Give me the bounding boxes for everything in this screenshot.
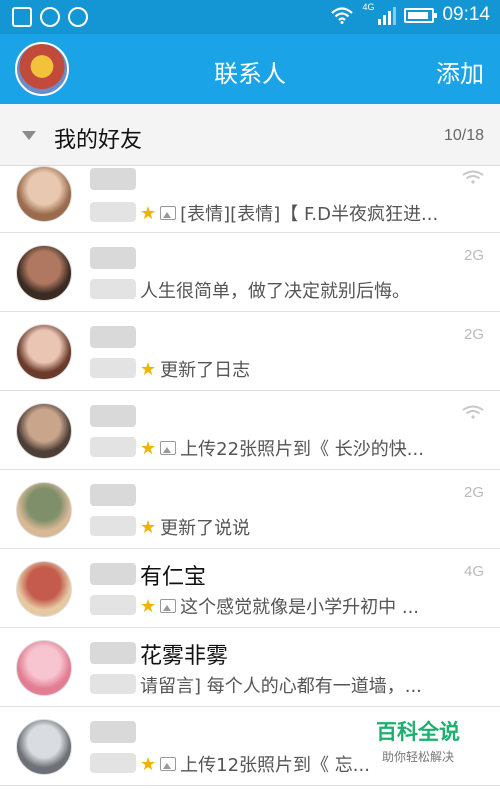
blurred-status-placeholder: [90, 437, 136, 457]
blurred-name-placeholder: [90, 326, 136, 348]
contact-row[interactable]: ★ 上传22张照片到《 长沙的快...: [0, 391, 500, 470]
blurred-name-placeholder: [90, 721, 136, 743]
image-icon: [160, 206, 177, 220]
contact-status-text: 这个感觉就像是小学升初中 ...: [180, 597, 420, 618]
contact-status-line: ★ 这个感觉就像是小学升初中 ...: [140, 593, 419, 619]
star-icon: ★: [140, 595, 157, 617]
contact-avatar[interactable]: [16, 561, 72, 617]
contact-status-text: 人生很简单，做了决定就别后悔。: [140, 281, 410, 302]
contact-status-text: 上传12张照片到《 忘...: [180, 755, 370, 776]
network-type-label: 4G: [362, 2, 375, 12]
contact-status-line: ★ [表情][表情]【 F.D半夜疯狂进...: [140, 200, 438, 226]
image-icon: [160, 757, 177, 771]
star-icon: ★: [140, 516, 157, 538]
contact-avatar[interactable]: [16, 482, 72, 538]
collapse-triangle-icon: [22, 131, 36, 140]
star-icon: ★: [140, 753, 157, 775]
star-icon: ★: [140, 437, 157, 459]
group-online-count: 10/18: [443, 127, 484, 144]
wifi-icon: [462, 405, 484, 419]
star-icon: ★: [140, 202, 157, 224]
network-label: 2G: [463, 484, 484, 501]
contact-status-text: 请留言] 每个人的心都有一道墙，...: [140, 676, 422, 697]
wifi-status-icon: [331, 7, 354, 24]
blurred-status-placeholder: [90, 674, 136, 694]
blurred-name-placeholder: [90, 642, 136, 664]
page-title: 联系人: [214, 60, 286, 88]
gallery-notification-icon: [12, 7, 32, 27]
image-icon: [160, 599, 177, 613]
contact-avatar[interactable]: [16, 245, 72, 301]
contact-status-text: 更新了说说: [160, 518, 251, 539]
contact-status-text: 更新了日志: [160, 360, 251, 381]
contact-status-line: 人生很简单，做了决定就别后悔。: [140, 277, 410, 303]
blurred-status-placeholder: [90, 595, 136, 615]
contact-avatar[interactable]: [16, 324, 72, 380]
contact-row[interactable]: 人生很简单，做了决定就别后悔。 2G: [0, 233, 500, 312]
contact-row[interactable]: ★ 更新了日志 2G: [0, 312, 500, 391]
add-contact-button[interactable]: 添加: [436, 54, 484, 89]
app-notification-icon: [68, 7, 88, 27]
contact-status-text: [表情][表情]【 F.D半夜疯狂进...: [180, 204, 439, 225]
blurred-name-placeholder: [90, 405, 136, 427]
blurred-status-placeholder: [90, 753, 136, 773]
contact-name: 有仁宝: [140, 565, 207, 590]
contact-avatar[interactable]: [16, 403, 72, 459]
contact-status-line: ★ 上传22张照片到《 长沙的快...: [140, 435, 424, 461]
contact-row[interactable]: 花雾非雾请留言] 每个人的心都有一道墙，...: [0, 628, 500, 707]
contact-status-text: 上传22张照片到《 长沙的快...: [180, 439, 424, 460]
contact-row[interactable]: ★ [表情][表情]【 F.D半夜疯狂进...: [0, 166, 500, 233]
battery-icon: [404, 7, 438, 23]
contact-name: 花雾非雾: [140, 644, 229, 669]
contact-status-line: 请留言] 每个人的心都有一道墙，...: [140, 672, 422, 698]
blurred-status-placeholder: [90, 358, 136, 378]
group-header-my-friends[interactable]: 我的好友 10/18: [0, 104, 500, 166]
blurred-name-placeholder: [90, 168, 136, 190]
blurred-status-placeholder: [90, 516, 136, 536]
blurred-name-placeholder: [90, 247, 136, 269]
contact-avatar[interactable]: [16, 640, 72, 696]
network-label: 2G: [463, 247, 484, 264]
watermark: 百科全说 助你轻松解决: [376, 716, 460, 765]
contact-status-line: ★ 上传12张照片到《 忘...: [140, 751, 370, 777]
blurred-status-placeholder: [90, 202, 136, 222]
network-label: 2G: [463, 326, 484, 343]
status-bar: 4G 09:14: [0, 0, 500, 34]
contact-list: ★ [表情][表情]【 F.D半夜疯狂进... 人生很简单，做了决定就别后悔。 2G ★…: [0, 166, 500, 786]
clock: 09:14: [442, 4, 490, 25]
blurred-name-placeholder: [90, 484, 136, 506]
wifi-icon: [462, 170, 484, 184]
blurred-name-placeholder: [90, 563, 136, 585]
watermark-sub-text: 助你轻松解决: [381, 750, 454, 764]
contact-avatar[interactable]: [16, 719, 72, 775]
contact-avatar[interactable]: [16, 166, 72, 222]
title-bar: 联系人 添加: [0, 34, 500, 104]
network-label: 4G: [463, 563, 484, 580]
watermark-main-text: 百科全说: [376, 720, 460, 744]
contact-row[interactable]: 有仁宝 ★ 这个感觉就像是小学升初中 ... 4G: [0, 549, 500, 628]
contact-status-line: ★ 更新了说说: [140, 514, 250, 540]
sync-notification-icon: [40, 7, 60, 27]
blurred-status-placeholder: [90, 279, 136, 299]
contact-status-line: ★ 更新了日志: [140, 356, 250, 382]
signal-strength-icon: [378, 5, 397, 25]
star-icon: ★: [140, 358, 157, 380]
image-icon: [160, 441, 177, 455]
group-name: 我的好友: [54, 128, 143, 153]
contact-row[interactable]: ★ 更新了说说 2G: [0, 470, 500, 549]
